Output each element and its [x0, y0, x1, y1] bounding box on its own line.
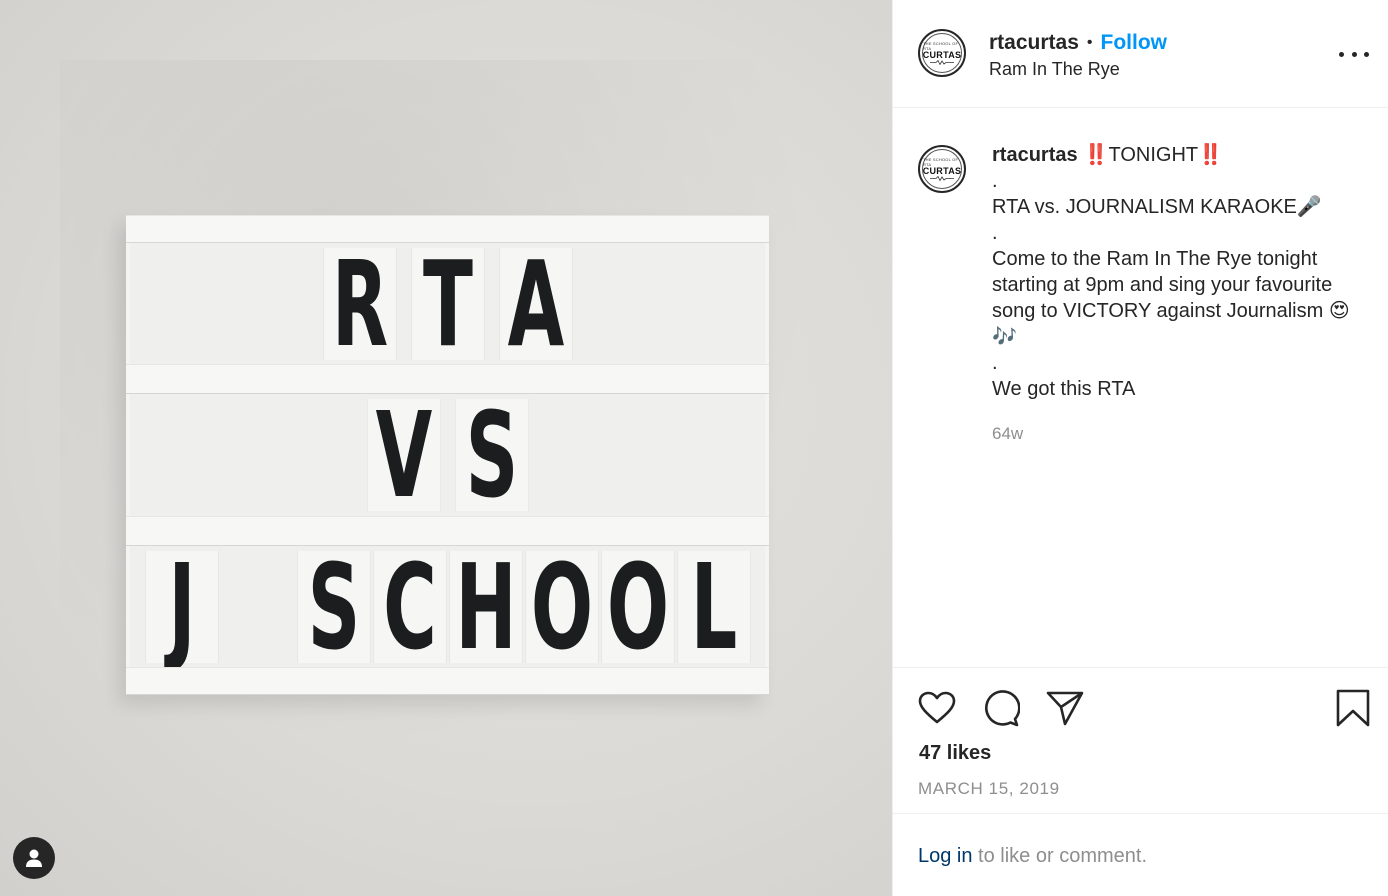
- location-link[interactable]: Ram In The Rye: [989, 59, 1120, 80]
- login-prompt-rest: to like or comment.: [972, 845, 1148, 867]
- sign-letter: T: [410, 245, 485, 363]
- sign-space: [221, 551, 294, 663]
- post-date[interactable]: MARCH 15, 2019: [918, 779, 1060, 799]
- caption-username[interactable]: rtacurtas: [992, 144, 1078, 166]
- user-tag-icon[interactable]: [13, 837, 55, 879]
- sign-line-3: JSCHOOL: [130, 546, 765, 667]
- sign-letter: H: [448, 548, 523, 666]
- separator-dot: •: [1086, 34, 1093, 51]
- more-dot: [1339, 51, 1344, 57]
- heart-icon[interactable]: [917, 688, 957, 728]
- sign-letter: A: [498, 245, 573, 363]
- logo-main-text: CURTAS: [922, 50, 962, 60]
- comment-icon[interactable]: [981, 688, 1021, 728]
- lightbox-sign: RTA VS JSCHOOL: [126, 215, 769, 695]
- sign-letter: S: [296, 548, 371, 666]
- avatar-ring: THE SCHOOL OF RTA CURTAS: [922, 149, 962, 189]
- sign-letter: V: [366, 396, 441, 514]
- caption-timestamp[interactable]: 64w: [992, 424, 1023, 444]
- avatar-ring: THE SCHOOL OF RTA CURTAS: [922, 33, 962, 73]
- sign-letter: R: [322, 245, 397, 363]
- sign-letter: L: [676, 548, 751, 666]
- follow-button[interactable]: Follow: [1101, 31, 1168, 55]
- sign-tiles: RTA: [319, 245, 577, 363]
- sign-letter: S: [454, 396, 529, 514]
- more-options-icon[interactable]: [1339, 44, 1369, 64]
- post-panel: THE SCHOOL OF RTA CURTAS rtacurtas • Fol…: [892, 0, 1388, 896]
- sign-letter: J: [144, 548, 219, 666]
- login-prompt: Log in to like or comment.: [918, 845, 1147, 868]
- logo-main-text: CURTAS: [922, 166, 962, 176]
- sign-letter: C: [372, 548, 447, 666]
- more-dot: [1364, 51, 1369, 57]
- bookmark-icon[interactable]: [1333, 688, 1373, 728]
- sign-letter: O: [600, 548, 675, 666]
- actions-section: 47 likes MARCH 15, 2019: [893, 668, 1388, 814]
- likes-count[interactable]: 47 likes: [919, 742, 991, 765]
- post-header: THE SCHOOL OF RTA CURTAS rtacurtas • Fol…: [893, 0, 1388, 108]
- sign-rail: [126, 667, 769, 695]
- sign-rail: [126, 364, 769, 394]
- sign-rail: [126, 516, 769, 546]
- caption-avatar[interactable]: THE SCHOOL OF RTA CURTAS: [918, 145, 966, 193]
- waveform-icon: [930, 176, 954, 181]
- sign-line-2: VS: [130, 394, 765, 516]
- waveform-icon: [930, 60, 954, 65]
- caption-text: rtacurtas ‼️TONIGHT‼️ . RTA vs. JOURNALIS…: [992, 142, 1372, 402]
- share-icon[interactable]: [1045, 688, 1085, 728]
- login-link[interactable]: Log in: [918, 845, 973, 867]
- header-name-row: rtacurtas • Follow: [989, 31, 1167, 55]
- comment-footer: Log in to like or comment.: [893, 815, 1388, 896]
- sign-line-1: RTA: [130, 243, 765, 364]
- sign-tiles: JSCHOOL: [144, 548, 751, 666]
- post-photo[interactable]: RTA VS JSCHOOL: [0, 0, 892, 896]
- more-dot: [1351, 51, 1357, 57]
- sign-tiles: VS: [363, 396, 533, 514]
- caption-body: ‼️TONIGHT‼️ . RTA vs. JOURNALISM KARAOKE…: [992, 144, 1350, 400]
- profile-avatar[interactable]: THE SCHOOL OF RTA CURTAS: [918, 29, 966, 77]
- sign-letter: O: [524, 548, 599, 666]
- username-link[interactable]: rtacurtas: [989, 31, 1079, 55]
- caption-section: THE SCHOOL OF RTA CURTAS rtacurtas ‼️TONI…: [893, 108, 1388, 668]
